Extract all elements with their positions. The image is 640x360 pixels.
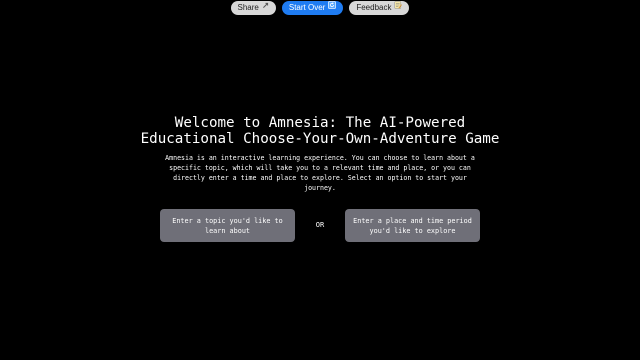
memo-icon [394, 1, 403, 15]
enter-topic-button[interactable]: Enter a topic you'd like to learn about [160, 209, 295, 242]
enter-place-label-line-2: you'd like to explore [369, 226, 456, 235]
title-line-1: Welcome to Amnesia: The AI-Powered [174, 115, 466, 131]
share-button-label: Share [237, 3, 259, 12]
intro-line: journey. [304, 184, 336, 192]
enter-place-time-button[interactable]: Enter a place and time period you'd like… [345, 209, 480, 242]
or-divider-label: OR [315, 221, 325, 229]
intro-line: directly enter a time and place to explo… [173, 174, 467, 182]
start-over-button[interactable]: Start Over [281, 1, 344, 15]
enter-topic-label-line-1: Enter a topic you'd like to [172, 216, 283, 225]
intro-text: Amnesia is an interactive learning exper… [160, 153, 480, 193]
share-button[interactable]: Share [230, 1, 276, 15]
enter-topic-label-line-2: learn about [204, 226, 250, 235]
page-title: Welcome to Amnesia: The AI-Powered Educa… [0, 115, 640, 147]
restart-icon [328, 1, 337, 15]
enter-place-label-line-1: Enter a place and time period [353, 216, 472, 225]
feedback-button[interactable]: Feedback [349, 1, 410, 15]
page: Share Start Over Feedback Welcome to Amn… [0, 0, 640, 360]
intro-line: specific topic, which will take you to a… [169, 164, 471, 172]
top-toolbar: Share Start Over Feedback [0, 1, 640, 15]
intro-line: Amnesia is an interactive learning exper… [165, 154, 475, 162]
share-icon [262, 1, 269, 15]
start-over-button-label: Start Over [288, 3, 326, 12]
feedback-button-label: Feedback [356, 3, 392, 12]
title-line-2: Educational Choose-Your-Own-Adventure Ga… [140, 131, 500, 147]
